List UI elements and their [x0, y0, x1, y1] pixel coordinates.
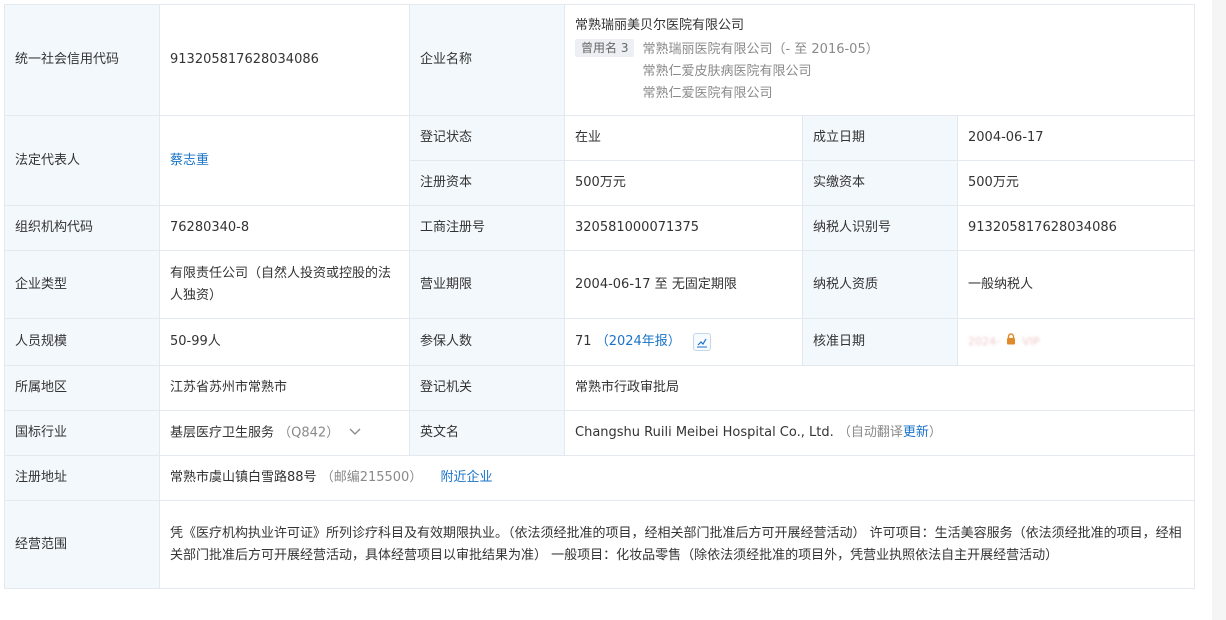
reg-capital-value: 500万元: [564, 160, 803, 206]
biz-scope-cell: 凭《医疗机构执业许可证》所列诊疗科目及有效期限执业。（依法须经批准的项目，经相关…: [158, 500, 1196, 589]
company-type-label: 企业类型: [4, 250, 160, 319]
est-date-label: 成立日期: [802, 115, 958, 161]
auto-translate-prefix: （自动翻译: [837, 425, 903, 440]
industry-value: 基层医疗卫生服务: [170, 425, 275, 441]
company-info-table: 统一社会信用代码 913205817628034086 企业名称 常熟瑞丽美贝尔…: [4, 4, 1196, 589]
english-name-label: 英文名: [409, 410, 565, 456]
taxpayer-id-value: 913205817628034086: [956, 205, 1196, 251]
company-name-cell: 常熟瑞丽美贝尔医院有限公司 曾用名 3 常熟瑞丽医院有限公司（- 至 2016-…: [563, 4, 1196, 116]
staff-size-label: 人员规模: [4, 318, 160, 366]
blurred-date: 2024-: [968, 334, 1000, 348]
biz-term-label: 营业期限: [409, 250, 565, 319]
former-names-list: 常熟瑞丽医院有限公司（- 至 2016-05） 常熟仁爱皮肤病医院有限公司 常熟…: [642, 39, 878, 105]
auto-translate-suffix: ）: [928, 425, 942, 440]
company-name: 常熟瑞丽美贝尔医院有限公司: [575, 18, 745, 33]
english-name-value: Changshu Ruili Meibei Hospital Co., Ltd.: [575, 425, 834, 440]
biz-scope-label: 经营范围: [4, 500, 160, 589]
org-code-value: 76280340-8: [159, 205, 410, 251]
reg-status-value: 在业: [564, 115, 803, 161]
reg-address-cell: 常熟市虞山镇白雪路88号 （邮编215500） 附近企业: [158, 455, 1196, 501]
vip-label: VIP: [1022, 334, 1040, 348]
company-name-label: 企业名称: [409, 4, 565, 116]
legal-rep-link[interactable]: 蔡志重: [170, 153, 209, 168]
taxpayer-id-label: 纳税人识别号: [802, 205, 958, 251]
chevron-down-icon[interactable]: [349, 422, 361, 444]
paid-capital-value: 500万元: [956, 160, 1196, 206]
insured-count-value: 71: [575, 334, 592, 349]
postcode: （邮编215500）: [320, 470, 423, 485]
former-name-item: 常熟瑞丽医院有限公司（- 至 2016-05）: [642, 42, 879, 57]
staff-size-value: 50-99人: [159, 318, 410, 366]
reg-authority-label: 登记机关: [409, 365, 565, 411]
biz-term-value: 2004-06-17 至 无固定期限: [564, 250, 803, 319]
legal-rep-label: 法定代表人: [4, 115, 160, 206]
insured-count-cell: 71 （2024年报）: [564, 318, 803, 366]
credit-code-label: 统一社会信用代码: [4, 4, 160, 116]
biz-reg-no-value: 320581000071375: [564, 205, 803, 251]
region-label: 所属地区: [4, 365, 160, 411]
taxpayer-qual-label: 纳税人资质: [802, 250, 958, 319]
approval-date-label: 核准日期: [802, 318, 958, 366]
insured-count-label: 参保人数: [409, 318, 565, 366]
reg-status-label: 登记状态: [409, 115, 565, 161]
industry-label: 国标行业: [4, 410, 160, 456]
page-scrollbar[interactable]: [1212, 0, 1226, 620]
auto-translate-update-link[interactable]: 更新: [903, 425, 929, 440]
former-name-item: 常熟仁爱医院有限公司: [642, 86, 773, 101]
annual-report-link[interactable]: （2024年报）: [596, 334, 681, 349]
lock-icon[interactable]: [1006, 331, 1016, 353]
reg-address-value: 常熟市虞山镇白雪路88号: [170, 470, 317, 485]
former-names-tag[interactable]: 曾用名 3: [575, 39, 635, 57]
legal-rep-cell: 蔡志重: [159, 115, 410, 206]
reg-authority-value: 常熟市行政审批局: [563, 365, 1196, 411]
trend-chart-icon[interactable]: [692, 332, 711, 351]
industry-cell: 基层医疗卫生服务 （Q842）: [159, 410, 410, 456]
credit-code-value: 913205817628034086: [159, 4, 410, 116]
company-type-value: 有限责任公司（自然人投资或控股的法人独资）: [159, 250, 410, 319]
paid-capital-label: 实缴资本: [802, 160, 958, 206]
biz-scope-value: 凭《医疗机构执业许可证》所列诊疗科目及有效期限执业。（依法须经批准的项目，经相关…: [170, 525, 1182, 563]
former-name-item: 常熟仁爱皮肤病医院有限公司: [642, 64, 812, 79]
taxpayer-qual-value: 一般纳税人: [956, 250, 1196, 319]
approval-date-cell: 2024- VIP: [956, 318, 1196, 366]
industry-code: （Q842）: [278, 425, 340, 441]
english-name-cell: Changshu Ruili Meibei Hospital Co., Ltd.…: [563, 410, 1196, 456]
former-names-block: 曾用名 3 常熟瑞丽医院有限公司（- 至 2016-05） 常熟仁爱皮肤病医院有…: [575, 39, 1184, 105]
biz-reg-no-label: 工商注册号: [409, 205, 565, 251]
reg-address-label: 注册地址: [4, 455, 160, 501]
reg-capital-label: 注册资本: [409, 160, 565, 206]
nearby-companies-link[interactable]: 附近企业: [440, 470, 492, 485]
region-value: 江苏省苏州市常熟市: [159, 365, 410, 411]
org-code-label: 组织机构代码: [4, 205, 160, 251]
est-date-value: 2004-06-17: [956, 115, 1196, 161]
